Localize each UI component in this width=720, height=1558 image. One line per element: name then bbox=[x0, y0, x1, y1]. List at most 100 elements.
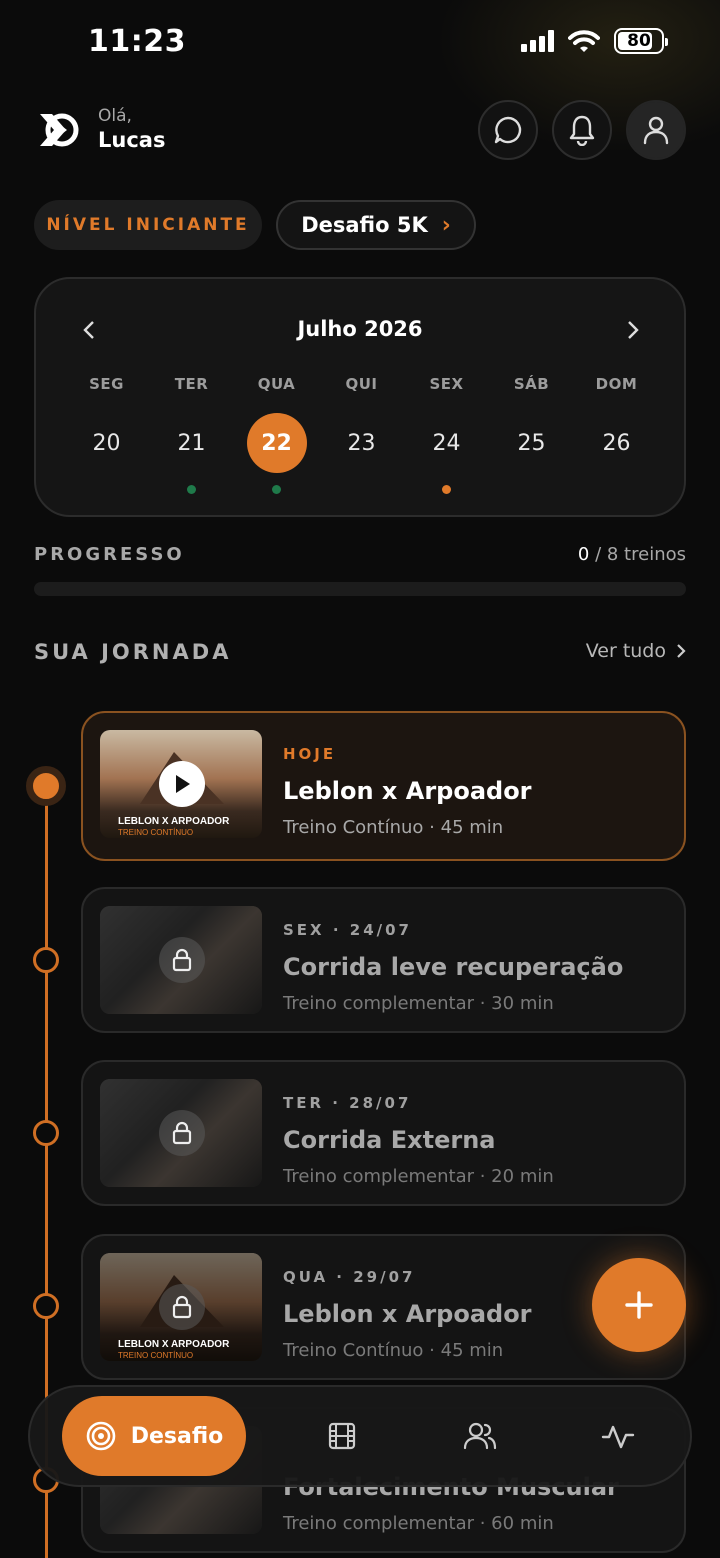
workout-title: Corrida leve recuperação bbox=[283, 953, 624, 981]
progress-label: PROGRESSO bbox=[34, 544, 185, 565]
calendar-day-name: SEX bbox=[429, 375, 464, 393]
calendar-day-indicator bbox=[527, 485, 536, 494]
play-button[interactable] bbox=[159, 761, 205, 807]
workout-title: Leblon x Arpoador bbox=[283, 777, 532, 805]
signal-icon bbox=[521, 30, 554, 52]
calendar-next-button[interactable] bbox=[618, 315, 648, 345]
progress-done: 0 bbox=[577, 544, 590, 565]
wifi-icon bbox=[568, 30, 600, 52]
status-time: 11:23 bbox=[88, 24, 186, 59]
nav-desafio-label: Desafio bbox=[130, 1423, 224, 1449]
user-name: Lucas bbox=[98, 128, 166, 152]
nav-activity[interactable] bbox=[600, 1418, 636, 1454]
status-icons: 80 bbox=[521, 28, 668, 54]
see-all-link[interactable]: Ver tudo bbox=[586, 640, 686, 662]
calendar-day-number: 20 bbox=[92, 430, 121, 456]
calendar-day-indicator bbox=[357, 485, 366, 494]
workout-date: QUA · 29/07 bbox=[283, 1268, 416, 1286]
thumbnail-subcaption: TREINO CONTÍNUO bbox=[118, 828, 194, 837]
calendar-day-name: QUI bbox=[345, 375, 378, 393]
workout-date: TER · 28/07 bbox=[283, 1094, 412, 1112]
bell-icon bbox=[569, 115, 595, 146]
workout-card[interactable]: SEX · 24/07 Corrida leve recuperação Tre… bbox=[81, 887, 686, 1033]
thumbnail-caption: LEBLON X ARPOADOR bbox=[118, 1339, 230, 1350]
users-icon bbox=[463, 1422, 497, 1450]
chat-icon bbox=[494, 116, 522, 144]
target-icon bbox=[86, 1421, 116, 1451]
calendar-day[interactable]: SEG 20 bbox=[64, 375, 149, 494]
calendar-day-name: TER bbox=[174, 375, 209, 393]
profile-button[interactable] bbox=[626, 100, 686, 160]
calendar-day-selected: 22 bbox=[246, 413, 307, 473]
timeline-dot bbox=[33, 1120, 59, 1146]
nav-community[interactable] bbox=[462, 1418, 498, 1454]
calendar-day-name: QUA bbox=[257, 375, 296, 393]
workout-date: SEX · 24/07 bbox=[283, 921, 412, 939]
nav-desafio[interactable]: Desafio bbox=[62, 1396, 246, 1476]
journey-title: SUA JORNADA bbox=[34, 640, 232, 664]
calendar-day-number: 25 bbox=[517, 430, 546, 456]
workout-thumbnail bbox=[100, 1079, 262, 1187]
calendar-day-indicator bbox=[102, 485, 111, 494]
activity-icon bbox=[601, 1425, 635, 1449]
workout-thumbnail: LEBLON X ARPOADOR TREINO CONTÍNUO bbox=[100, 1253, 262, 1361]
progress-total: / 8 treinos bbox=[595, 544, 686, 565]
greeting-label: Olá, bbox=[98, 106, 132, 126]
workout-thumbnail bbox=[100, 906, 262, 1014]
week-calendar: Julho 2026 SEG 20 TER 21 QUA 22 QUI 23 SEX 24 SÁB 2… bbox=[34, 277, 686, 517]
add-button[interactable] bbox=[592, 1258, 686, 1352]
workout-subtitle: Treino complementar · 20 min bbox=[283, 1166, 554, 1187]
workout-subtitle: Treino complementar · 30 min bbox=[283, 993, 554, 1014]
calendar-day-indicator bbox=[272, 485, 281, 494]
calendar-day[interactable]: DOM 26 bbox=[574, 375, 659, 494]
workout-title: Leblon x Arpoador bbox=[283, 1300, 532, 1328]
calendar-day-number: 21 bbox=[177, 430, 206, 456]
calendar-day-name: SÁB bbox=[513, 375, 550, 393]
status-bar: 11:23 80 bbox=[0, 0, 720, 86]
thumbnail-subcaption: TREINO CONTÍNUO bbox=[118, 1351, 194, 1360]
lock-icon bbox=[159, 937, 205, 983]
calendar-day[interactable]: SEX 24 bbox=[404, 375, 489, 494]
app-logo-icon bbox=[40, 113, 79, 147]
calendar-day[interactable]: TER 21 bbox=[149, 375, 234, 494]
plus-icon bbox=[625, 1291, 653, 1319]
calendar-day-number: 24 bbox=[432, 430, 461, 456]
level-chip: NÍVEL INICIANTE bbox=[34, 200, 262, 250]
progress-bar bbox=[34, 582, 686, 596]
calendar-month: Julho 2026 bbox=[297, 317, 423, 341]
lock-icon bbox=[159, 1284, 205, 1330]
notifications-button[interactable] bbox=[552, 100, 612, 160]
see-all-label: Ver tudo bbox=[585, 640, 666, 662]
user-icon bbox=[643, 116, 669, 145]
workout-card-today[interactable]: LEBLON X ARPOADOR TREINO CONTÍNUO HOJE L… bbox=[81, 711, 686, 861]
workout-subtitle: Treino complementar · 60 min bbox=[283, 1513, 554, 1534]
calendar-day-indicator bbox=[612, 485, 621, 494]
calendar-day-number: 26 bbox=[602, 430, 631, 456]
chat-button[interactable] bbox=[478, 100, 538, 160]
chevron-right-icon bbox=[628, 321, 639, 339]
battery-level: 80 bbox=[627, 31, 651, 51]
calendar-day-indicator bbox=[187, 485, 196, 494]
timeline-dot bbox=[33, 947, 59, 973]
calendar-day[interactable]: SÁB 25 bbox=[489, 375, 574, 494]
calendar-day-name: SEG bbox=[89, 375, 124, 393]
app-header: Olá, Lucas bbox=[36, 100, 686, 160]
calendar-day[interactable]: QUI 23 bbox=[319, 375, 404, 494]
challenge-chip[interactable]: Desafio 5K › bbox=[276, 200, 476, 250]
workout-card[interactable]: TER · 28/07 Corrida Externa Treino compl… bbox=[81, 1060, 686, 1206]
calendar-day[interactable]: QUA 22 bbox=[234, 375, 319, 494]
nav-videos[interactable] bbox=[324, 1418, 360, 1454]
workout-subtitle: Treino Contínuo · 45 min bbox=[283, 817, 504, 838]
timeline-dot-active bbox=[26, 766, 66, 806]
progress-count: 0 / 8 treinos bbox=[578, 544, 686, 565]
challenge-label: Desafio 5K bbox=[301, 213, 428, 237]
calendar-day-number: 23 bbox=[347, 430, 376, 456]
workout-date: HOJE bbox=[283, 745, 337, 763]
calendar-day-indicator bbox=[442, 485, 451, 494]
film-icon bbox=[328, 1422, 356, 1450]
timeline-dot bbox=[33, 1293, 59, 1319]
calendar-day-name: DOM bbox=[595, 375, 638, 393]
workout-thumbnail: LEBLON X ARPOADOR TREINO CONTÍNUO bbox=[100, 730, 262, 838]
lock-icon bbox=[159, 1110, 205, 1156]
battery-icon: 80 bbox=[614, 28, 668, 54]
